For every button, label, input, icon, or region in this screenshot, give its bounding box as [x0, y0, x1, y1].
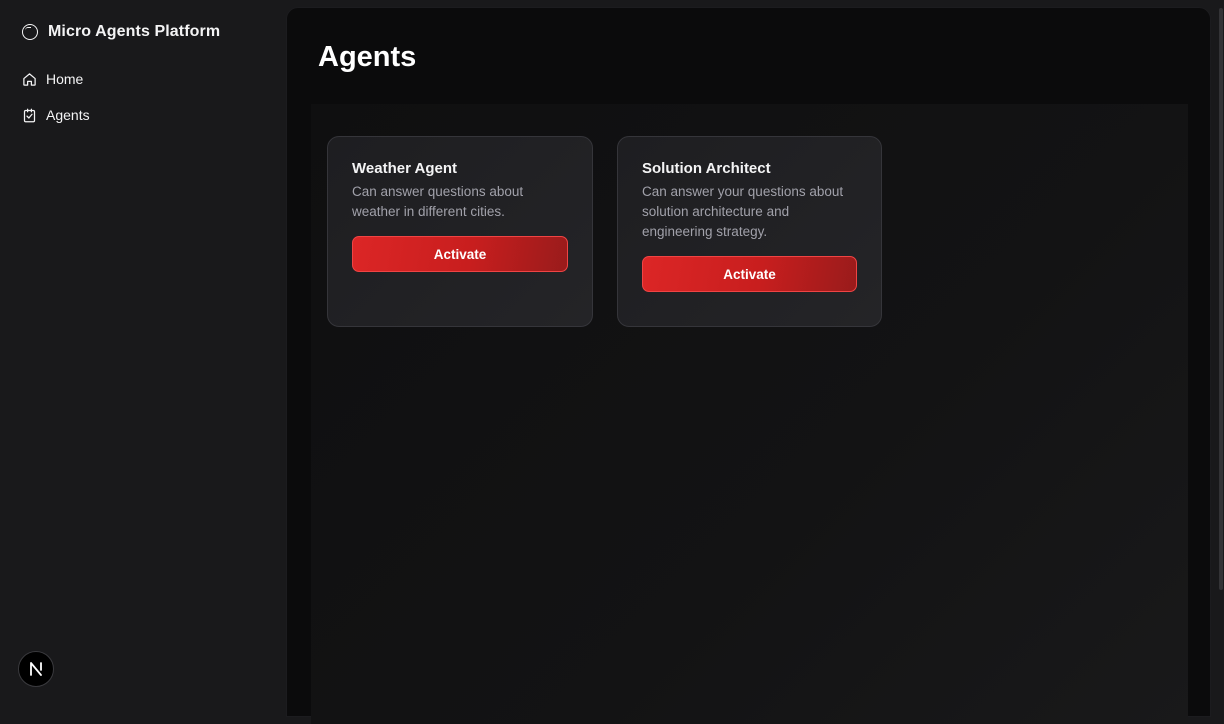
scrollbar-thumb[interactable]	[1219, 8, 1223, 590]
sidebar-item-agents[interactable]: Agents	[22, 105, 262, 125]
nextjs-glyph-icon	[30, 662, 42, 676]
sidebar-nav: Home Agents	[22, 69, 262, 141]
home-icon	[23, 72, 36, 86]
agents-grid: Weather Agent Can answer questions about…	[311, 104, 1188, 724]
activate-button[interactable]: Activate	[352, 236, 568, 272]
nextjs-logo-icon[interactable]	[18, 651, 54, 687]
agent-card-title: Solution Architect	[642, 160, 771, 177]
agent-card-solution-architect: Solution Architect Can answer your quest…	[617, 136, 882, 327]
brand[interactable]: Micro Agents Platform	[22, 22, 220, 42]
main-panel: Agents Weather Agent Can answer question…	[286, 7, 1211, 724]
page-title: Agents	[318, 41, 417, 73]
agent-card-description: Can answer questions about weather in di…	[352, 184, 524, 219]
agent-card-description: Can answer your questions about solution…	[642, 184, 844, 239]
sidebar-item-label: Agents	[46, 107, 90, 123]
sidebar-item-home[interactable]: Home	[22, 69, 262, 89]
sidebar: Micro Agents Platform Home Agents	[0, 0, 286, 705]
brand-name: Micro Agents Platform	[48, 23, 221, 40]
clipboard-icon	[23, 108, 36, 122]
circle-logo-icon	[22, 24, 38, 40]
agent-card-title: Weather Agent	[352, 160, 458, 177]
sidebar-item-label: Home	[46, 71, 84, 87]
activate-button[interactable]: Activate	[642, 256, 857, 292]
agent-card-weather: Weather Agent Can answer questions about…	[327, 136, 593, 327]
